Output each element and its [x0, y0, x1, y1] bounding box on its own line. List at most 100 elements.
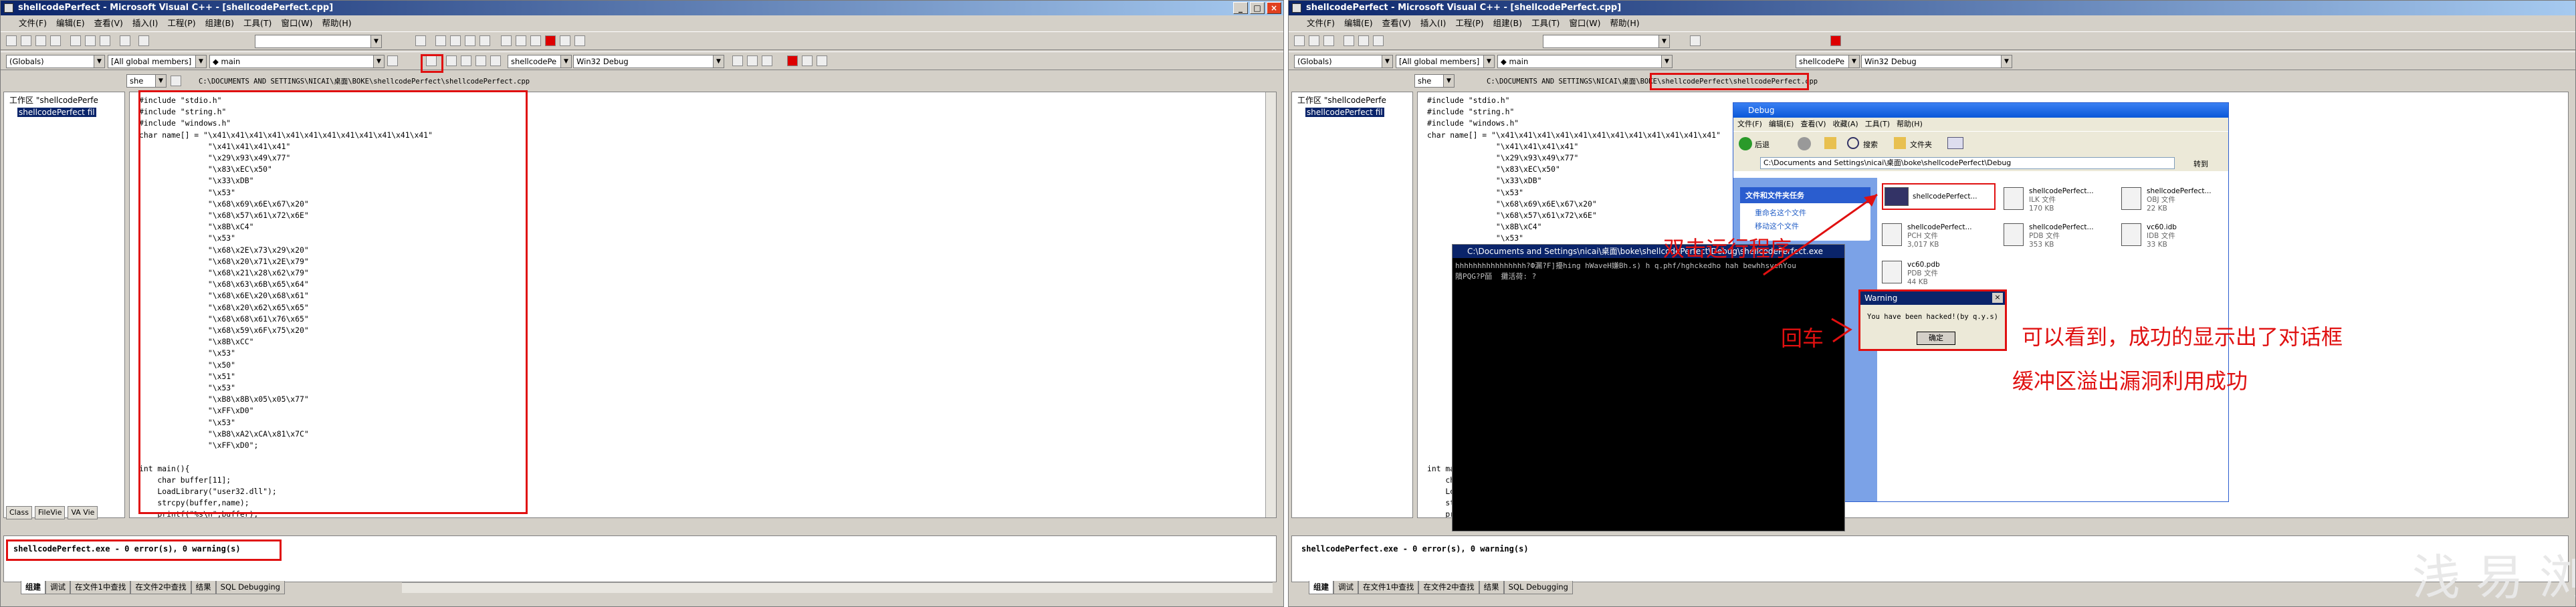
workspace-root[interactable]: 工作区 "shellcodePerfe: [9, 95, 98, 106]
save-icon[interactable]: [35, 35, 46, 46]
menu-insert[interactable]: 插入(I): [128, 17, 163, 30]
tab-sql-debugging[interactable]: SQL Debugging: [215, 581, 285, 594]
menu-project[interactable]: 工程(P): [1451, 17, 1488, 30]
output-hscroll[interactable]: [402, 582, 1273, 593]
find-combo[interactable]: ▼: [1543, 35, 1670, 48]
exp-menu-help[interactable]: 帮助(H): [1897, 118, 1923, 131]
execute-icon[interactable]: [545, 35, 556, 46]
exp-menu-fav[interactable]: 收藏(A): [1833, 118, 1858, 131]
go-icon[interactable]: [560, 35, 570, 46]
editor-vscroll[interactable]: [1265, 92, 1276, 517]
menu-project[interactable]: 工程(P): [163, 17, 200, 30]
find-icon[interactable]: [1690, 35, 1701, 46]
tab-debug[interactable]: 调试: [45, 581, 70, 594]
menu-tools[interactable]: 工具(T): [1527, 17, 1564, 30]
open-folder-icon[interactable]: [1309, 35, 1319, 46]
file-item-pdb[interactable]: shellcodePerfect... PDB 文件 353 KB: [2004, 223, 2111, 251]
ok-button[interactable]: 确定: [1917, 332, 1955, 345]
maximize-button[interactable]: □: [1250, 2, 1265, 14]
exp-menu-file[interactable]: 文件(F): [1737, 118, 1762, 131]
menu-edit[interactable]: 编辑(E): [1339, 17, 1378, 30]
open-folder-icon[interactable]: [21, 35, 31, 46]
stop-small-icon[interactable]: [762, 55, 772, 66]
config-combo[interactable]: Win32 Debug ▼: [1861, 55, 2012, 68]
menu-build[interactable]: 组建(B): [201, 17, 239, 30]
file-item-pch[interactable]: shellcodePerfect... PCH 文件 3,017 KB: [1882, 223, 1996, 251]
file-combo[interactable]: she ▼: [126, 74, 167, 88]
copy-icon[interactable]: [1358, 35, 1369, 46]
build-file-icon[interactable]: [446, 55, 457, 66]
file-item-exe[interactable]: shellcodePerfect...: [1882, 183, 1996, 210]
copy-icon[interactable]: [85, 35, 96, 46]
back-nav-icon[interactable]: [171, 76, 181, 86]
watch-icon[interactable]: [465, 35, 475, 46]
tab-va-view[interactable]: VA Vie: [68, 506, 98, 519]
function-combo[interactable]: ◆ main ▼: [1497, 55, 1673, 68]
minimize-button[interactable]: _: [1233, 2, 1248, 14]
new-file-icon[interactable]: [1294, 35, 1305, 46]
paste-icon[interactable]: [1373, 35, 1384, 46]
new-file-icon[interactable]: [6, 35, 17, 46]
left-title-bar[interactable]: shellcodePerfect - Microsoft Visual C++ …: [1, 1, 1283, 15]
up-folder-icon[interactable]: [1824, 137, 1836, 149]
build-small-icon[interactable]: [747, 55, 758, 66]
file-item-vc60-pdb[interactable]: vc60.pdb PDB 文件 44 KB: [1882, 261, 1996, 289]
tab-file-view[interactable]: FileVie: [34, 506, 66, 519]
globals-combo[interactable]: (Globals) ▼: [1294, 55, 1393, 68]
cut-icon[interactable]: [1344, 35, 1354, 46]
address-input[interactable]: C:\Documents and Settings\nicai\桌面\boke\…: [1760, 157, 2175, 169]
close-button[interactable]: ×: [1267, 2, 1281, 14]
file-item-ilk[interactable]: shellcodePerfect... ILK 文件 170 KB: [2004, 187, 2111, 215]
undo-icon[interactable]: [120, 35, 130, 46]
bp-small-icon[interactable]: [817, 55, 827, 66]
menu-view[interactable]: 查看(V): [1378, 17, 1416, 30]
stop-build-icon[interactable]: [530, 35, 541, 46]
file-item-vc60-idb[interactable]: vc60.idb IDB 文件 33 KB: [2121, 223, 2222, 251]
back-button[interactable]: 后退: [1755, 139, 1769, 150]
workspace-project[interactable]: shellcodePerfect fil: [17, 107, 96, 118]
cut-icon[interactable]: [70, 35, 81, 46]
go-small-icon[interactable]: [802, 55, 813, 66]
folders-icon[interactable]: [1894, 137, 1906, 149]
search-button[interactable]: 搜索: [1863, 139, 1878, 150]
debug-icon[interactable]: [490, 55, 501, 66]
warning-title-bar[interactable]: Warning ×: [1860, 291, 2005, 305]
compile-icon[interactable]: [501, 35, 512, 46]
menu-file[interactable]: 文件(F): [14, 17, 51, 30]
right-title-bar[interactable]: shellcodePerfect - Microsoft Visual C++ …: [1289, 1, 2575, 15]
find-icon[interactable]: [415, 35, 426, 46]
breakpoint-icon[interactable]: [574, 35, 585, 46]
tab-find1[interactable]: 在文件1中查找: [1358, 581, 1419, 594]
tab-build[interactable]: 组建: [1309, 581, 1333, 594]
variables-icon[interactable]: [479, 35, 490, 46]
menu-file[interactable]: 文件(F): [1302, 17, 1339, 30]
exp-menu-edit[interactable]: 编辑(E): [1769, 118, 1794, 131]
members-combo[interactable]: [All global members] ▼: [1396, 55, 1495, 68]
project-combo[interactable]: shellcodePe ▼: [508, 55, 572, 68]
menu-build[interactable]: 组建(B): [1489, 17, 1527, 30]
output-window-icon[interactable]: [435, 35, 446, 46]
view-icon[interactable]: [1947, 137, 1963, 149]
tab-build[interactable]: 组建: [21, 581, 45, 594]
tab-find1[interactable]: 在文件1中查找: [70, 581, 131, 594]
run-icon[interactable]: [475, 55, 486, 66]
menu-tools[interactable]: 工具(T): [239, 17, 276, 30]
tab-find2[interactable]: 在文件2中查找: [130, 581, 191, 594]
forward-icon[interactable]: [1798, 137, 1811, 150]
explorer-title-bar[interactable]: Debug: [1733, 103, 2228, 118]
exp-menu-view[interactable]: 查看(V): [1800, 118, 1826, 131]
menu-window[interactable]: 窗口(W): [1564, 17, 1605, 30]
tab-results[interactable]: 结果: [1479, 581, 1504, 594]
menu-help[interactable]: 帮助(H): [1606, 17, 1644, 30]
tab-find2[interactable]: 在文件2中查找: [1418, 581, 1479, 594]
menu-edit[interactable]: 编辑(E): [51, 17, 90, 30]
workspace-icon[interactable]: [450, 35, 461, 46]
build-icon[interactable]: [516, 35, 526, 46]
menu-insert[interactable]: 插入(I): [1416, 17, 1451, 30]
globals-combo[interactable]: (Globals) ▼: [6, 55, 105, 68]
tab-sql-debugging[interactable]: SQL Debugging: [1503, 581, 1573, 594]
tab-debug[interactable]: 调试: [1333, 581, 1358, 594]
file-combo[interactable]: she ▼: [1414, 74, 1455, 88]
project-combo[interactable]: shellcodePe ▼: [1796, 55, 1860, 68]
compile-small-icon[interactable]: [732, 55, 743, 66]
